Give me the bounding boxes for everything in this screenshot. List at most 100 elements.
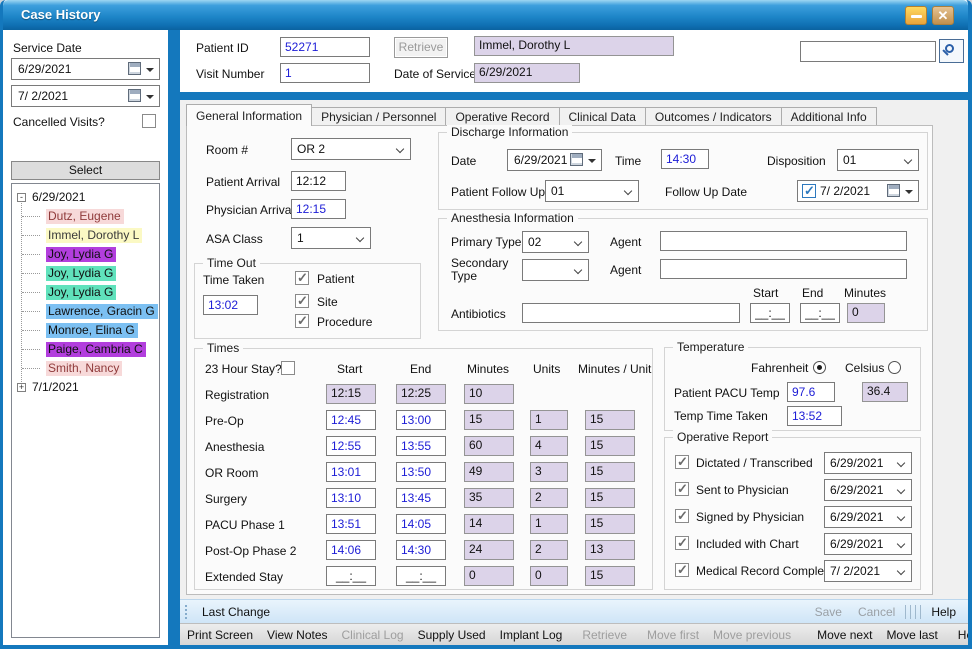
secondary-type-combo[interactable] [522,259,589,281]
minimize-button[interactable] [905,6,927,25]
medical-record-complete-checkbox[interactable] [675,563,689,577]
physician-arrival-input[interactable] [291,199,346,219]
service-date-from-picker[interactable]: 6/29/2021 [11,58,160,80]
times-end-input[interactable] [396,462,446,482]
view-notes-button[interactable]: View Notes [267,628,327,642]
select-button[interactable]: Select [11,161,160,180]
tree-item-patient[interactable]: Joy, Lydia G [12,245,159,264]
statusbar-help-button[interactable]: Help [931,605,956,619]
patient-id-input[interactable] [280,37,370,57]
timeout-site-checkbox[interactable] [295,294,309,308]
timeout-procedure-checkbox[interactable] [295,314,309,328]
times-start-input[interactable] [326,488,376,508]
times-end-input[interactable] [396,436,446,456]
patient-name: Immel, Dorothy L [46,228,142,243]
discharge-date-picker[interactable]: 6/29/2021 [507,149,602,171]
toolbar-help-button[interactable]: Help [958,628,972,642]
times-end-input[interactable] [396,410,446,430]
save-button[interactable]: Save [815,605,842,619]
print-screen-button[interactable]: Print Screen [187,628,253,642]
medical-record-complete-date-combo[interactable]: 7/ 2/2021 [824,560,912,582]
discharge-time-input[interactable] [661,149,709,169]
room-combo[interactable]: OR 2 [291,138,411,160]
sent-to-physician-date-combo[interactable]: 6/29/2021 [824,479,912,501]
tab-additional-info[interactable]: Additional Info [782,107,877,126]
visit-number-input[interactable] [280,63,370,83]
times-end-input[interactable] [396,566,446,586]
times-start-input[interactable] [326,540,376,560]
close-button[interactable]: ✕ [932,6,954,25]
times-minutes-field: 14 [464,514,514,534]
23-hour-stay-checkbox[interactable] [281,361,295,375]
times-mpu-field: 15 [585,514,635,534]
pacu-temp-f-input[interactable] [787,382,835,402]
search-button[interactable] [939,39,964,63]
fahrenheit-radio[interactable] [813,361,826,374]
retrieve-button[interactable]: Retrieve [394,37,448,58]
tab-clinical-data[interactable]: Clinical Data [560,107,646,126]
time-taken-input[interactable] [203,295,258,315]
tree-item-patient[interactable]: Joy, Lydia G [12,264,159,283]
service-date-to-picker[interactable]: 7/ 2/2021 [11,85,160,107]
included-with-chart-date-combo[interactable]: 6/29/2021 [824,533,912,555]
retrieve-toolbar-button[interactable]: Retrieve [582,628,627,642]
times-start-input[interactable] [326,514,376,534]
tab-general-information[interactable]: General Information [186,104,312,126]
disposition-combo[interactable]: 01 [837,149,919,171]
times-start-input[interactable] [326,462,376,482]
times-end-input[interactable] [396,488,446,508]
tab-physician-personnel[interactable]: Physician / Personnel [312,107,446,126]
tree-item-patient[interactable]: Lawrence, Gracin G [12,302,159,321]
asa-class-combo[interactable]: 1 [291,227,371,249]
grip-handle[interactable] [184,604,188,620]
collapse-icon[interactable]: - [17,193,26,202]
antibiotics-end-input[interactable] [800,303,840,323]
move-first-button[interactable]: Move first [647,628,699,642]
cancel-button[interactable]: Cancel [858,605,895,619]
clinical-log-button[interactable]: Clinical Log [342,628,404,642]
dictated-transcribed-checkbox[interactable] [675,455,689,469]
signed-by-physician-date-combo[interactable]: 6/29/2021 [824,506,912,528]
signed-by-physician-checkbox[interactable] [675,509,689,523]
times-start-input[interactable] [326,566,376,586]
tree-node-date[interactable]: - 6/29/2021 [12,188,159,207]
celsius-radio[interactable] [888,361,901,374]
patient-follow-up-combo[interactable]: 01 [545,180,639,202]
tree-item-patient[interactable]: Dutz, Eugene [12,207,159,226]
times-start-input[interactable] [326,436,376,456]
patient-follow-up-label: Patient Follow Up [451,185,545,199]
primary-agent-input[interactable] [660,231,907,251]
antibiotics-start-input[interactable] [750,303,790,323]
tab-outcomes-indicators[interactable]: Outcomes / Indicators [646,107,782,126]
included-with-chart-checkbox[interactable] [675,536,689,550]
tree-item-patient[interactable]: Joy, Lydia G [12,283,159,302]
sent-to-physician-checkbox[interactable] [675,482,689,496]
signed-by-physician-label: Signed by Physician [696,510,804,524]
tab-operative-record[interactable]: Operative Record [446,107,559,126]
supply-used-button[interactable]: Supply Used [418,628,486,642]
expand-icon[interactable]: + [17,383,26,392]
move-next-button[interactable]: Move next [817,628,872,642]
move-last-button[interactable]: Move last [886,628,937,642]
patient-arrival-input[interactable] [291,171,346,191]
move-previous-button[interactable]: Move previous [713,628,791,642]
implant-log-button[interactable]: Implant Log [500,628,563,642]
follow-up-date-picker[interactable]: 7/ 2/2021 [797,180,919,202]
secondary-agent-input[interactable] [660,259,907,279]
follow-up-date-checkbox[interactable] [802,184,816,198]
antibiotics-input[interactable] [522,303,740,323]
times-start-input[interactable] [326,410,376,430]
cancelled-visits-checkbox[interactable] [142,114,156,128]
primary-type-combo[interactable]: 02 [522,231,589,253]
dictated-transcribed-date-combo[interactable]: 6/29/2021 [824,452,912,474]
tree-item-patient[interactable]: Paige, Cambria C [12,340,159,359]
search-input[interactable] [800,41,936,62]
tree-node-date[interactable]: + 7/1/2021 [12,378,159,397]
timeout-patient-checkbox[interactable] [295,271,309,285]
tree-item-patient[interactable]: Immel, Dorothy L [12,226,159,245]
temp-time-taken-input[interactable] [787,406,842,426]
times-end-input[interactable] [396,514,446,534]
tree-item-patient[interactable]: Monroe, Elina G [12,321,159,340]
tree-item-patient[interactable]: Smith, Nancy [12,359,159,378]
times-end-input[interactable] [396,540,446,560]
